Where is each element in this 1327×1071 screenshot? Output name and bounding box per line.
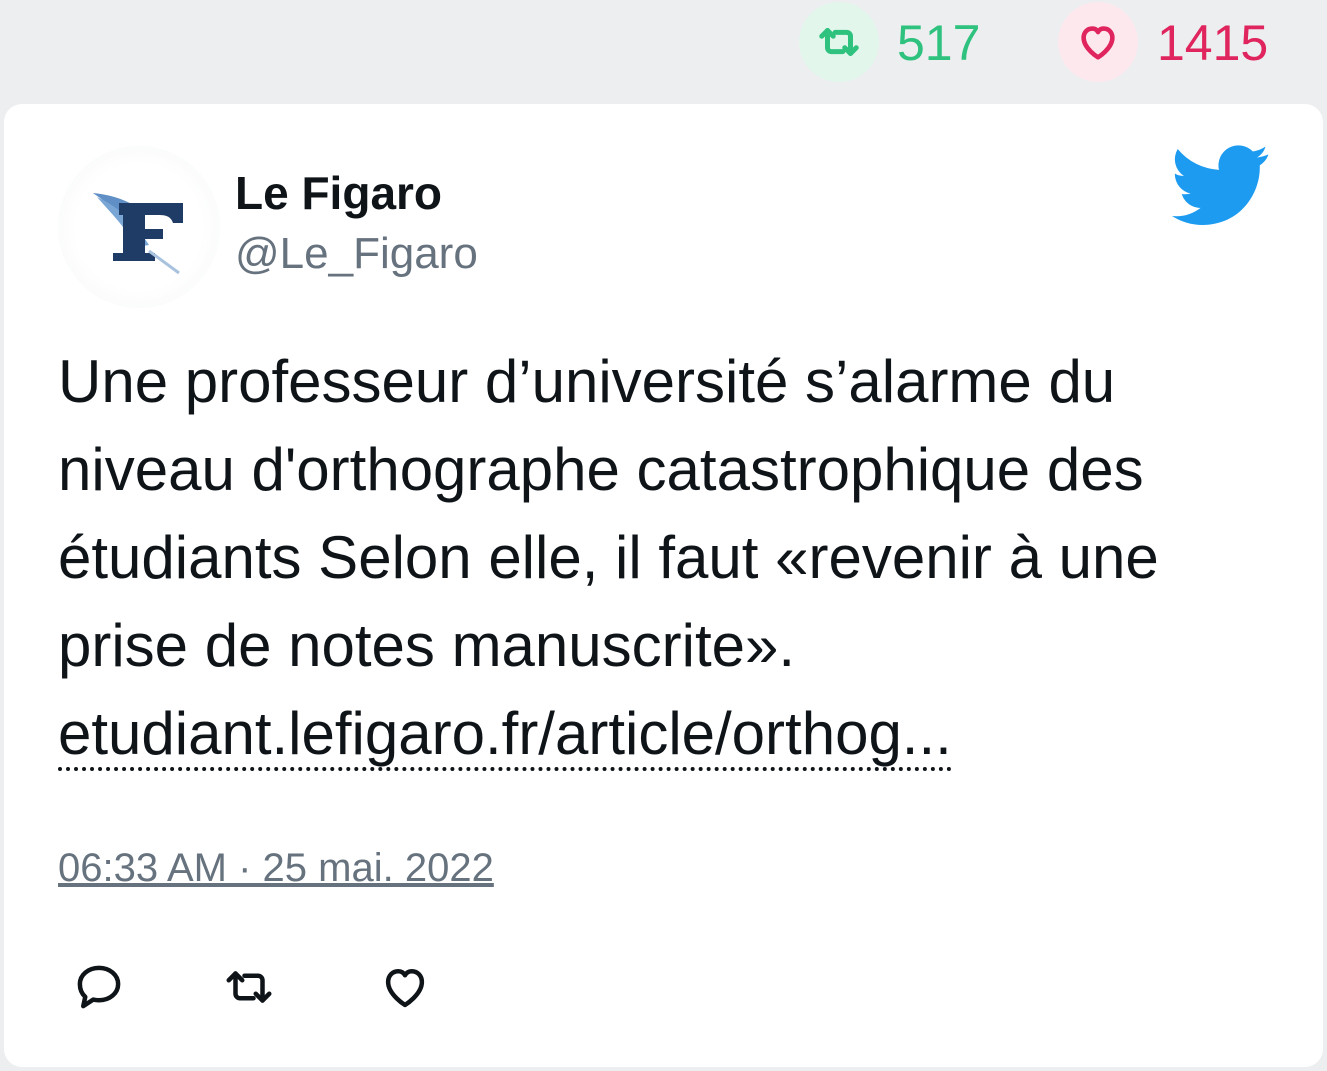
like-count-icon (1058, 2, 1138, 82)
retweet-button[interactable] (218, 956, 280, 1018)
tweet-actions (4, 956, 604, 1026)
engagement-stats: 517 1415 (0, 0, 1327, 90)
twitter-bird-icon[interactable] (1172, 144, 1270, 230)
tweet-body: Une professeur d’université s’alarme du … (58, 348, 1159, 679)
like-count: 1415 (1157, 15, 1269, 71)
tweet-card: Le Figaro @Le_Figaro Une professeur d’un… (4, 104, 1323, 1067)
retweet-icon (226, 971, 272, 1003)
like-button[interactable] (374, 956, 436, 1018)
tweet-timestamp[interactable]: 06:33 AM · 25 mai. 2022 (58, 844, 494, 892)
reply-button[interactable] (68, 956, 130, 1018)
reply-icon (77, 965, 121, 1009)
author-name[interactable]: Le Figaro (235, 166, 442, 220)
retweet-count: 517 (897, 15, 981, 71)
tweet-link[interactable]: etudiant.lefigaro.fr/article/orthog... (58, 700, 952, 771)
le-figaro-logo-icon (93, 193, 183, 275)
like-icon (385, 969, 425, 1008)
author-handle[interactable]: @Le_Figaro (235, 228, 478, 280)
avatar[interactable] (58, 146, 220, 308)
tweet-text: Une professeur d’université s’alarme du … (58, 338, 1288, 778)
retweet-count-icon (799, 2, 879, 82)
